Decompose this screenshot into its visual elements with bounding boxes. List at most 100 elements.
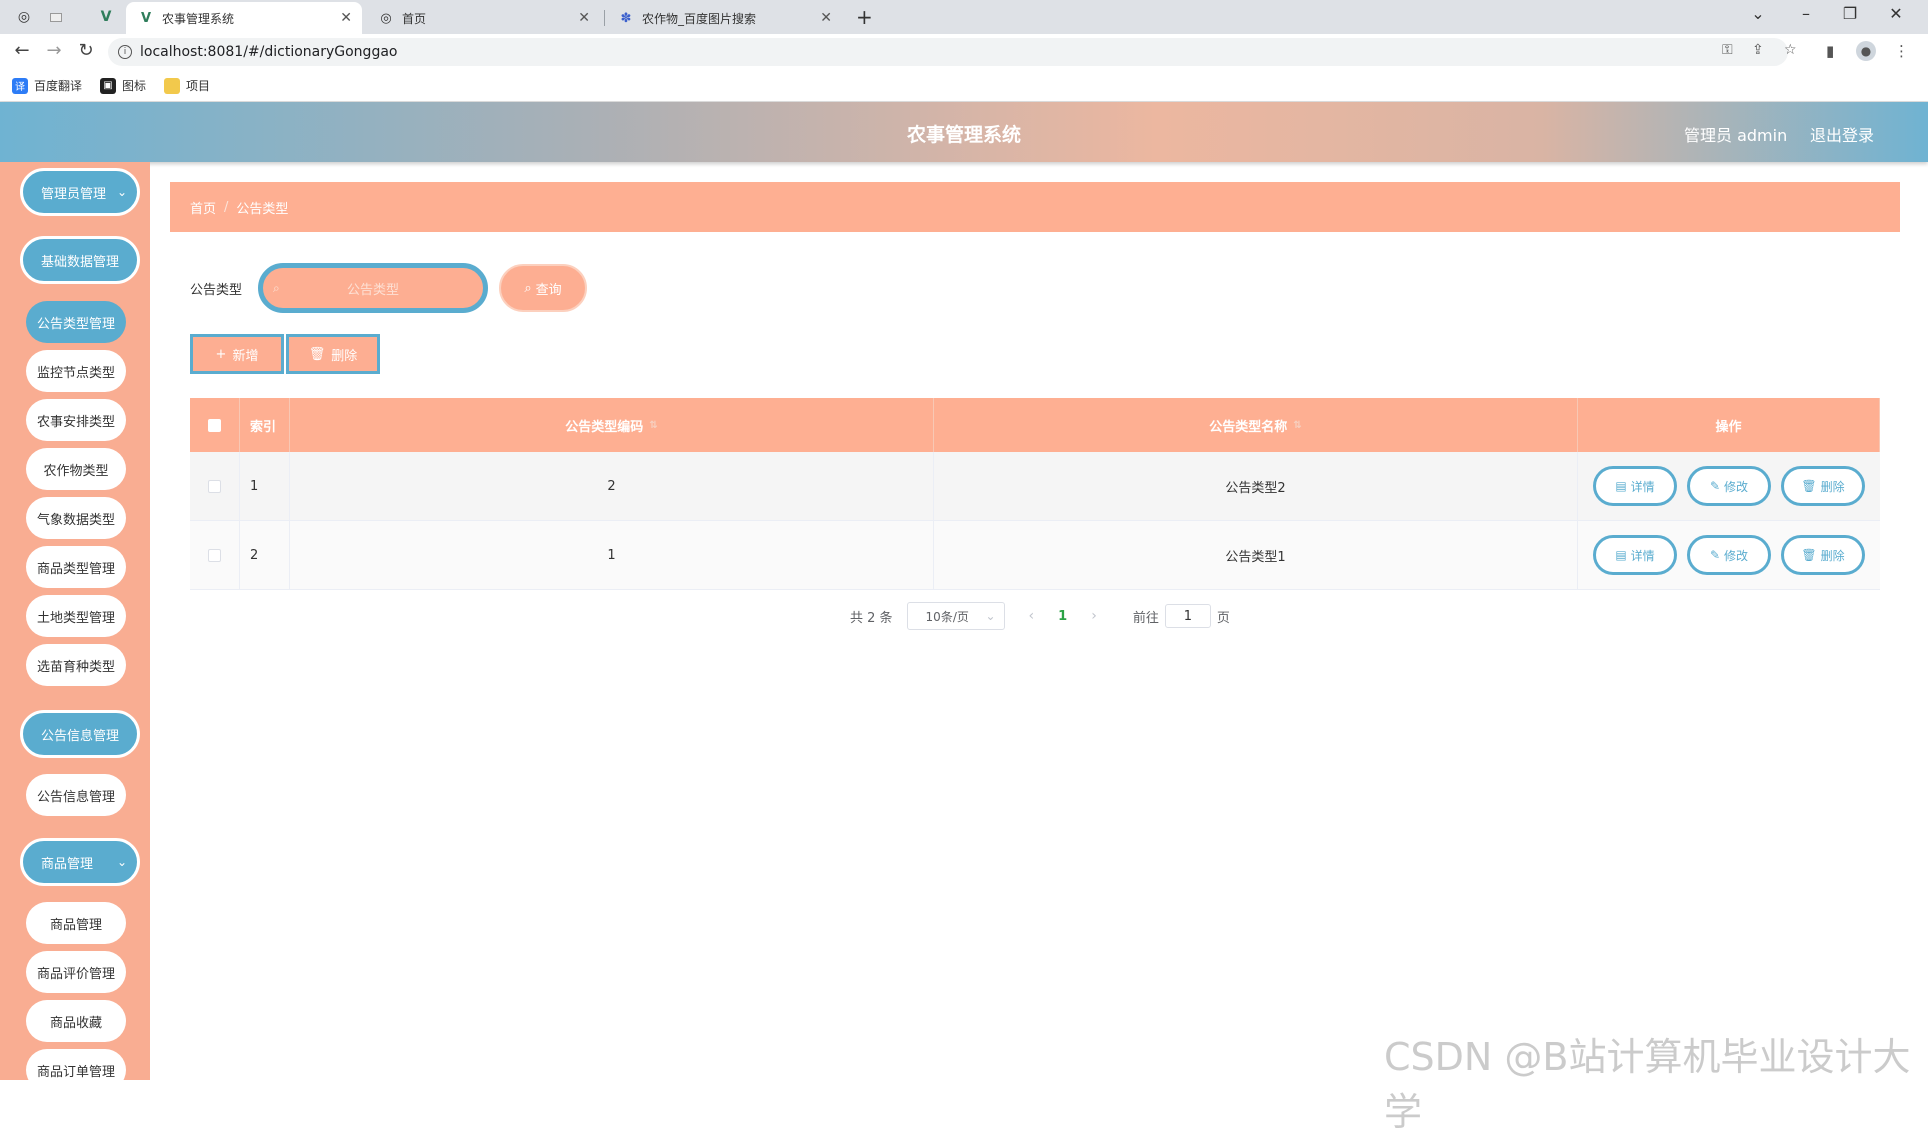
- next-page-icon[interactable]: ›: [1091, 608, 1097, 624]
- sidebar-group-basic-data[interactable]: 基础数据管理: [20, 236, 140, 284]
- close-tab-icon[interactable]: ✕: [578, 10, 590, 26]
- sidebar-item-goods[interactable]: 商品管理: [26, 902, 126, 944]
- window-close-icon[interactable]: ✕: [1876, 4, 1916, 23]
- sidebar-item-monitor-node-type[interactable]: 监控节点类型: [26, 350, 126, 392]
- tab-title: 农作物_百度图片搜索: [642, 11, 757, 26]
- page-number-current[interactable]: 1: [1058, 609, 1067, 624]
- delete-label: 删除: [1820, 548, 1845, 563]
- search-input[interactable]: ⌕ 公告类型: [258, 263, 488, 313]
- url-text[interactable]: localhost:8081/#/dictionaryGonggao: [140, 44, 397, 60]
- sidebar-item-label: 监控节点类型: [36, 365, 115, 381]
- close-tab-icon[interactable]: ✕: [340, 10, 352, 26]
- tab-title: 农事管理系统: [162, 11, 235, 26]
- tab-farm-system[interactable]: V 农事管理系统 ✕: [126, 2, 362, 34]
- minimize-icon[interactable]: –: [1786, 4, 1826, 23]
- row-checkbox[interactable]: [208, 548, 221, 562]
- edit-button[interactable]: ✎ 修改: [1687, 466, 1771, 506]
- breadcrumb-home[interactable]: 首页: [190, 198, 216, 217]
- edit-icon: ✎: [1709, 548, 1721, 562]
- detail-button[interactable]: ▤ 详情: [1593, 535, 1677, 575]
- header-code[interactable]: 公告类型编码 ⇅: [290, 398, 934, 452]
- restore-icon[interactable]: ❐: [1830, 4, 1870, 23]
- sidebar-item-notice-type[interactable]: 公告类型管理: [26, 301, 126, 343]
- sort-icon[interactable]: ⇅: [649, 420, 657, 431]
- bookmark-icons[interactable]: ▣ 图标: [100, 77, 146, 94]
- sidebar-item-label: 商品管理: [49, 917, 102, 933]
- menu-kebab-icon[interactable]: ⋮: [1894, 42, 1909, 60]
- prev-page-icon[interactable]: ‹: [1029, 608, 1035, 624]
- sidebar-item-goods-review[interactable]: 商品评价管理: [26, 951, 126, 993]
- batch-delete-label: 删除: [331, 348, 358, 364]
- sidebar-item-farm-schedule-type[interactable]: 农事安排类型: [26, 399, 126, 441]
- forward-icon[interactable]: →: [42, 40, 66, 61]
- trash-icon: 🗑: [308, 346, 326, 362]
- search-button[interactable]: ⌕ 查询: [499, 264, 587, 312]
- search-icon: ⌕: [524, 280, 532, 296]
- omnibox[interactable]: i localhost:8081/#/dictionaryGonggao: [108, 38, 1788, 66]
- goto-page-input[interactable]: 1: [1164, 604, 1211, 628]
- add-button[interactable]: + 新增: [190, 334, 284, 374]
- pinned-tab-blank[interactable]: [36, 4, 76, 30]
- header-name[interactable]: 公告类型名称 ⇅: [934, 398, 1578, 452]
- tab-separator: [604, 10, 605, 26]
- delete-button[interactable]: 🗑 删除: [1781, 535, 1865, 575]
- translate-icon: 译: [12, 77, 28, 94]
- delete-button[interactable]: 🗑 删除: [1781, 466, 1865, 506]
- logout-link[interactable]: 退出登录: [1810, 122, 1874, 146]
- tab-home[interactable]: ◎ 首页 ✕: [366, 2, 600, 34]
- sidebar-group-admin[interactable]: 管理员管理 ⌄: [20, 168, 140, 216]
- back-icon[interactable]: ←: [10, 40, 34, 61]
- sort-icon[interactable]: ⇅: [1293, 420, 1301, 431]
- sidebar-item-goods-type[interactable]: 商品类型管理: [26, 546, 126, 588]
- app-header: 农事管理系统 管理员 admin 退出登录: [0, 102, 1928, 162]
- edit-button[interactable]: ✎ 修改: [1687, 535, 1771, 575]
- profile-icon[interactable]: ●: [1856, 41, 1876, 61]
- pagination-total: 共 2 条: [850, 610, 893, 626]
- close-tab-icon[interactable]: ✕: [820, 10, 832, 26]
- tab-crop-image-search[interactable]: ✽ 农作物_百度图片搜索 ✕: [606, 2, 842, 34]
- sidebar-item-notice-info[interactable]: 公告信息管理: [26, 774, 126, 816]
- search-label: 公告类型: [190, 283, 243, 298]
- key-icon[interactable]: ⚿: [1722, 42, 1733, 58]
- header-ops: 操作: [1578, 398, 1880, 452]
- tab-title: 首页: [402, 11, 427, 26]
- sidebar-group-goods[interactable]: 商品管理 ⌄: [20, 838, 140, 886]
- tab-search-chevron-icon[interactable]: ⌄: [1738, 4, 1778, 23]
- search-icon: ⌕: [273, 280, 280, 295]
- site-info-icon[interactable]: i: [118, 45, 132, 59]
- reload-icon[interactable]: ↻: [74, 40, 98, 61]
- watermark: CSDN @B站计算机毕业设计大学: [1384, 1035, 1911, 1134]
- new-tab-button[interactable]: +: [856, 5, 873, 29]
- sidebar-group-notice[interactable]: 公告信息管理: [20, 710, 140, 758]
- sidebar-item-crop-type[interactable]: 农作物类型: [26, 448, 126, 490]
- sidebar-item-goods-order[interactable]: 商品订单管理: [26, 1049, 126, 1080]
- select-all-checkbox[interactable]: [208, 418, 221, 432]
- detail-button[interactable]: ▤ 详情: [1593, 466, 1677, 506]
- sidebar-item-land-type[interactable]: 土地类型管理: [26, 595, 126, 637]
- sidebar-item-label: 农事安排类型: [36, 414, 115, 430]
- add-button-label: 新增: [232, 348, 259, 364]
- page-size-select[interactable]: 10条/页 ⌄: [906, 602, 1005, 630]
- header-index: 索引: [240, 398, 290, 452]
- trash-icon: 🗑: [1801, 548, 1817, 562]
- search-button-label: 查询: [535, 282, 562, 298]
- sidebar-item-goods-favorite[interactable]: 商品收藏: [26, 1000, 126, 1042]
- folder-icon: [164, 77, 181, 94]
- cell-ops: ▤ 详情 ✎ 修改 🗑 删除: [1578, 452, 1880, 520]
- search-placeholder: 公告类型: [346, 282, 399, 298]
- share-icon[interactable]: ⇪: [1752, 42, 1764, 58]
- breadcrumb-separator: /: [224, 199, 229, 215]
- breadcrumb-current: 公告类型: [236, 201, 289, 217]
- side-panel-icon[interactable]: ▮: [1826, 42, 1834, 60]
- edit-label: 修改: [1724, 479, 1749, 494]
- sidebar-item-weather-type[interactable]: 气象数据类型: [26, 497, 126, 539]
- batch-delete-button[interactable]: 🗑 删除: [286, 334, 380, 374]
- cell-index: 2: [240, 521, 290, 589]
- row-checkbox[interactable]: [208, 479, 221, 493]
- bookmark-baidu-translate[interactable]: 译 百度翻译: [12, 77, 82, 94]
- sidebar-item-label: 公告信息管理: [36, 789, 115, 805]
- pinned-tab-vue[interactable]: V: [86, 4, 126, 30]
- sidebar-item-seedling-type[interactable]: 选苗育种类型: [26, 644, 126, 686]
- bookmark-project[interactable]: 项目: [164, 77, 210, 94]
- star-icon[interactable]: ☆: [1784, 42, 1797, 58]
